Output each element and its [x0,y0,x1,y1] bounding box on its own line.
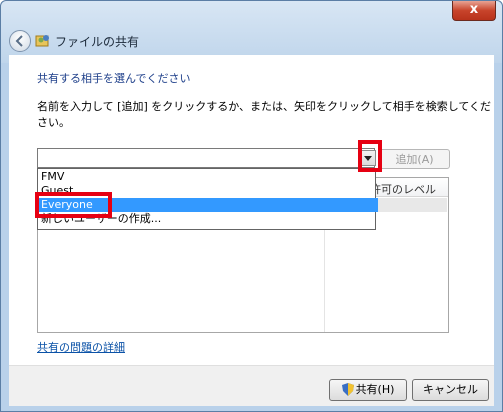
share-dialog-window: x ファイルの共有 共有する相手を選んでください 名前を入力して [追加] をク… [0,0,503,412]
share-button[interactable]: 共有(H) [329,379,407,401]
share-users-icon [35,35,49,47]
cancel-button[interactable]: キャンセル [412,379,489,401]
annotation-highlight-everyone [35,192,112,218]
dialog-footer: 共有(H) キャンセル [9,365,494,406]
sharing-help-link[interactable]: 共有の問題の詳細 [37,339,125,355]
close-button[interactable]: x [452,1,496,21]
back-arrow-icon [15,35,23,47]
user-name-input[interactable] [37,148,375,168]
shield-icon [341,383,354,396]
page-heading: 共有する相手を選んでください [37,72,191,85]
share-button-label: 共有(H) [355,383,395,396]
permission-column-header[interactable]: 許可のレベル [370,181,436,197]
back-button[interactable] [9,30,31,52]
dropdown-item-fmv[interactable]: FMV [38,170,378,184]
add-button[interactable]: 追加(A) [379,149,450,169]
window-title: ファイルの共有 [55,35,140,49]
instruction-text: 名前を入力して [追加] をクリックするか、または、矢印をクリックして相手を検索… [37,100,492,129]
annotation-highlight-arrow [358,140,382,172]
title-bar: x ファイルの共有 [1,1,502,63]
dialog-content: 共有する相手を選んでください 名前を入力して [追加] をクリックするか、または… [9,55,494,365]
close-icon: x [469,2,479,17]
